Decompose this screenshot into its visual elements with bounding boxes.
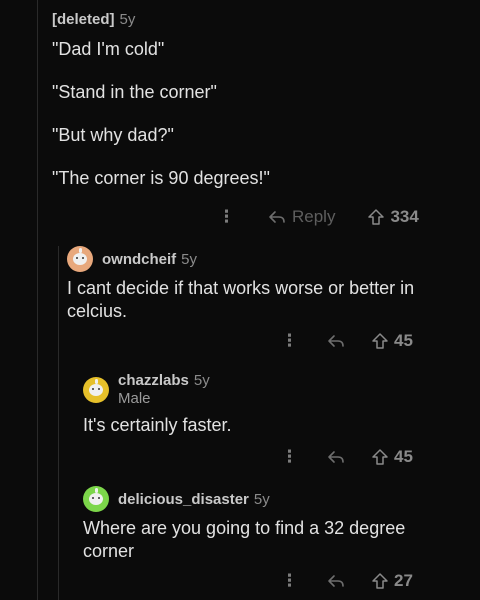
author-block: chazzlabs 5y Male bbox=[118, 372, 210, 407]
more-options-icon[interactable]: ⋮ bbox=[281, 447, 298, 467]
comment-age: 5y bbox=[119, 11, 136, 28]
reply-icon bbox=[327, 573, 345, 589]
reply-label: Reply bbox=[292, 207, 336, 226]
comment-age: 5y bbox=[181, 250, 198, 268]
upvote-button[interactable]: 45 bbox=[371, 331, 413, 351]
comment-author[interactable]: chazzlabs bbox=[118, 372, 189, 389]
vote-score: 45 bbox=[394, 447, 413, 466]
comment-author[interactable]: delicious_disaster bbox=[118, 491, 249, 508]
comment-meta: [deleted] 5y bbox=[52, 11, 135, 28]
comment-actions: ⋮ Reply 334 bbox=[218, 207, 419, 227]
reply-button[interactable] bbox=[327, 573, 345, 589]
comment-line: "But why dad?" bbox=[52, 125, 174, 145]
vote-score: 27 bbox=[394, 571, 413, 590]
comment-line: "Dad I'm cold" bbox=[52, 39, 165, 59]
comment-author[interactable]: [deleted] bbox=[52, 11, 115, 28]
reply-icon bbox=[327, 333, 345, 349]
thread-line-level-2 bbox=[58, 246, 59, 600]
comment-body: I cant decide if that works worse or bet… bbox=[67, 277, 437, 323]
avatar-face bbox=[89, 384, 103, 396]
upvote-icon bbox=[371, 332, 389, 350]
comment-body: It's certainly faster. bbox=[83, 414, 443, 437]
comment-body: Where are you going to find a 32 degree … bbox=[83, 517, 423, 563]
comment-body: "Dad I'm cold" "Stand in the corner" "Bu… bbox=[52, 38, 452, 190]
avatar-face bbox=[73, 253, 87, 265]
comment-line: "The corner is 90 degrees!" bbox=[52, 168, 270, 188]
avatar-eye bbox=[82, 257, 84, 259]
avatar-eye bbox=[76, 257, 78, 259]
comment-actions: ⋮ 45 bbox=[281, 447, 413, 467]
comment-age: 5y bbox=[193, 372, 210, 389]
avatar-eye bbox=[98, 497, 100, 499]
user-flair: Male bbox=[118, 390, 151, 407]
author-line: chazzlabs 5y bbox=[118, 372, 210, 389]
comment-actions: ⋮ 45 bbox=[281, 331, 413, 351]
vote-score: 45 bbox=[394, 331, 413, 350]
upvote-icon bbox=[371, 448, 389, 466]
avatar[interactable] bbox=[67, 246, 93, 272]
upvote-icon bbox=[367, 208, 385, 226]
comment-meta: delicious_disaster 5y bbox=[83, 486, 270, 512]
more-options-icon[interactable]: ⋮ bbox=[281, 571, 298, 591]
comment-line: Where are you going to find a 32 degree … bbox=[83, 518, 406, 561]
reply-button[interactable] bbox=[327, 333, 345, 349]
comment-actions: ⋮ 27 bbox=[281, 571, 413, 591]
avatar-eye bbox=[98, 388, 100, 390]
avatar-eye bbox=[92, 497, 94, 499]
reply-button[interactable] bbox=[327, 449, 345, 465]
reply-icon bbox=[327, 449, 345, 465]
more-options-icon[interactable]: ⋮ bbox=[281, 331, 298, 351]
comment-meta: owndcheif 5y bbox=[67, 246, 197, 272]
comment-meta: chazzlabs 5y Male bbox=[83, 372, 210, 407]
comment-line: "Stand in the corner" bbox=[52, 82, 217, 102]
comment-author[interactable]: owndcheif bbox=[102, 251, 176, 268]
upvote-button[interactable]: 45 bbox=[371, 447, 413, 467]
comment-line: It's certainly faster. bbox=[83, 415, 232, 435]
reply-icon bbox=[268, 209, 286, 225]
avatar[interactable] bbox=[83, 377, 109, 403]
more-options-icon[interactable]: ⋮ bbox=[218, 207, 235, 227]
vote-score: 334 bbox=[390, 207, 419, 226]
thread-line-level-1 bbox=[37, 0, 38, 600]
upvote-button[interactable]: 27 bbox=[371, 571, 413, 591]
upvote-icon bbox=[371, 572, 389, 590]
reply-button[interactable]: Reply bbox=[268, 207, 335, 227]
avatar-face bbox=[89, 493, 103, 505]
comment-age: 5y bbox=[253, 490, 270, 508]
upvote-button[interactable]: 334 bbox=[367, 207, 419, 227]
avatar[interactable] bbox=[83, 486, 109, 512]
avatar-eye bbox=[92, 388, 94, 390]
comment-line: I cant decide if that works worse or bet… bbox=[67, 278, 415, 321]
